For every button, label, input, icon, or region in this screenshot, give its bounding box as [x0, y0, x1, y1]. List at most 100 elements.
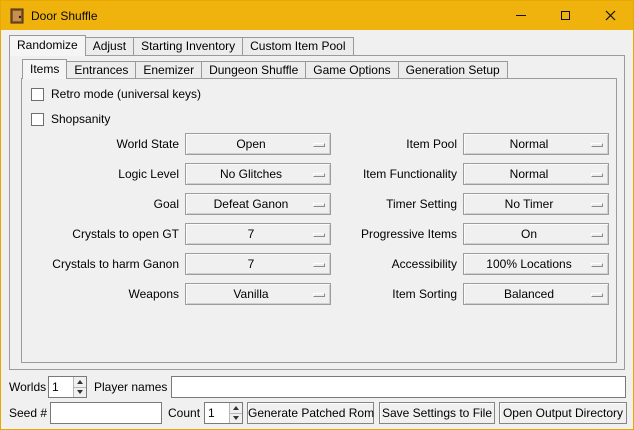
- count-input[interactable]: [205, 403, 229, 423]
- checkbox-row-shopsanity[interactable]: Shopsanity: [31, 111, 110, 127]
- crystals-gt-dropdown[interactable]: 7: [185, 223, 331, 245]
- tab-randomize[interactable]: Randomize: [9, 35, 86, 56]
- tab-dungeon-shuffle[interactable]: Dungeon Shuffle: [201, 61, 306, 78]
- tab-adjust[interactable]: Adjust: [85, 37, 134, 55]
- item-sorting-dropdown[interactable]: Balanced: [463, 283, 609, 305]
- outer-tab-bar: Randomize Adjust Starting Inventory Cust…: [9, 35, 353, 55]
- worlds-spinbox[interactable]: [48, 376, 87, 398]
- menu-indicator-icon: [591, 143, 603, 147]
- timer-setting-label: Timer Setting: [337, 193, 457, 215]
- minimize-button[interactable]: [498, 1, 543, 30]
- app-icon: [9, 8, 25, 24]
- item-pool-label: Item Pool: [337, 133, 457, 155]
- seed-input[interactable]: [50, 402, 162, 424]
- logic-level-label: Logic Level: [21, 163, 179, 185]
- maximize-button[interactable]: [543, 1, 588, 30]
- item-pool-dropdown[interactable]: Normal: [463, 133, 609, 155]
- inner-tab-bar: Items Entrances Enemizer Dungeon Shuffle…: [22, 59, 507, 78]
- accessibility-value: 100% Locations: [486, 257, 585, 271]
- menu-indicator-icon: [313, 293, 325, 297]
- save-settings-button[interactable]: Save Settings to File: [379, 402, 495, 424]
- count-spin-down[interactable]: [229, 414, 242, 424]
- close-icon: [605, 10, 616, 21]
- goal-label: Goal: [21, 193, 179, 215]
- app-window: Door Shuffle Randomize Adjust Starting I…: [0, 0, 634, 430]
- goal-value: Defeat Ganon: [214, 197, 303, 211]
- worlds-label: Worlds: [9, 376, 46, 398]
- seed-label: Seed #: [9, 402, 47, 424]
- crystals-ganon-dropdown[interactable]: 7: [185, 253, 331, 275]
- accessibility-dropdown[interactable]: 100% Locations: [463, 253, 609, 275]
- tab-generation-setup[interactable]: Generation Setup: [398, 61, 508, 78]
- menu-indicator-icon: [313, 173, 325, 177]
- tab-entrances[interactable]: Entrances: [66, 61, 136, 78]
- logic-level-value: No Glitches: [220, 167, 296, 181]
- menu-indicator-icon: [591, 173, 603, 177]
- window-title: Door Shuffle: [31, 9, 98, 23]
- item-sorting-label: Item Sorting: [337, 283, 457, 305]
- menu-indicator-icon: [591, 293, 603, 297]
- item-functionality-dropdown[interactable]: Normal: [463, 163, 609, 185]
- generate-patched-rom-button[interactable]: Generate Patched Rom: [247, 402, 374, 424]
- weapons-label: Weapons: [21, 283, 179, 305]
- retro-mode-checkbox[interactable]: [31, 88, 44, 101]
- item-pool-value: Normal: [510, 137, 563, 151]
- menu-indicator-icon: [313, 263, 325, 267]
- progressive-items-label: Progressive Items: [337, 223, 457, 245]
- titlebar: Door Shuffle: [1, 1, 633, 30]
- menu-indicator-icon: [591, 263, 603, 267]
- menu-indicator-icon: [313, 233, 325, 237]
- window-content: Randomize Adjust Starting Inventory Cust…: [1, 30, 633, 429]
- weapons-dropdown[interactable]: Vanilla: [185, 283, 331, 305]
- timer-setting-dropdown[interactable]: No Timer: [463, 193, 609, 215]
- checkbox-row-retro-mode[interactable]: Retro mode (universal keys): [31, 86, 201, 102]
- open-output-directory-button[interactable]: Open Output Directory: [499, 402, 627, 424]
- close-button[interactable]: [588, 1, 633, 30]
- item-sorting-value: Balanced: [504, 287, 568, 301]
- crystals-ganon-value: 7: [248, 257, 269, 271]
- minimize-icon: [516, 15, 526, 16]
- count-spin-up[interactable]: [229, 403, 242, 414]
- accessibility-label: Accessibility: [337, 253, 457, 275]
- crystals-gt-label: Crystals to open GT: [21, 223, 179, 245]
- crystals-ganon-label: Crystals to harm Ganon: [21, 253, 179, 275]
- tab-starting-inventory[interactable]: Starting Inventory: [133, 37, 243, 55]
- player-names-input[interactable]: [171, 376, 626, 398]
- weapons-value: Vanilla: [233, 287, 282, 301]
- spin-up-icon: [233, 406, 239, 410]
- worlds-spin-down[interactable]: [73, 388, 86, 398]
- tab-items[interactable]: Items: [22, 59, 67, 79]
- progressive-items-dropdown[interactable]: On: [463, 223, 609, 245]
- world-state-dropdown[interactable]: Open: [185, 133, 331, 155]
- retro-mode-label: Retro mode (universal keys): [51, 87, 201, 101]
- worlds-spin-up[interactable]: [73, 377, 86, 388]
- progressive-items-value: On: [521, 227, 551, 241]
- maximize-icon: [561, 11, 570, 20]
- count-label: Count: [168, 402, 200, 424]
- menu-indicator-icon: [591, 203, 603, 207]
- spin-down-icon: [77, 390, 83, 394]
- count-spin-arrows: [229, 403, 242, 423]
- tab-game-options[interactable]: Game Options: [305, 61, 398, 78]
- item-functionality-label: Item Functionality: [337, 163, 457, 185]
- items-pane: [21, 78, 617, 363]
- count-spinbox[interactable]: [204, 402, 243, 424]
- spin-down-icon: [233, 416, 239, 420]
- worlds-spin-arrows: [73, 377, 86, 397]
- menu-indicator-icon: [313, 143, 325, 147]
- item-functionality-value: Normal: [510, 167, 563, 181]
- menu-indicator-icon: [313, 203, 325, 207]
- spin-up-icon: [77, 380, 83, 384]
- shopsanity-checkbox[interactable]: [31, 113, 44, 126]
- worlds-input[interactable]: [49, 377, 73, 397]
- tab-enemizer[interactable]: Enemizer: [135, 61, 202, 78]
- shopsanity-label: Shopsanity: [51, 112, 110, 126]
- menu-indicator-icon: [591, 233, 603, 237]
- timer-setting-value: No Timer: [505, 197, 568, 211]
- world-state-value: Open: [236, 137, 279, 151]
- tab-custom-item-pool[interactable]: Custom Item Pool: [242, 37, 353, 55]
- player-names-label: Player names: [94, 376, 167, 398]
- goal-dropdown[interactable]: Defeat Ganon: [185, 193, 331, 215]
- logic-level-dropdown[interactable]: No Glitches: [185, 163, 331, 185]
- world-state-label: World State: [21, 133, 179, 155]
